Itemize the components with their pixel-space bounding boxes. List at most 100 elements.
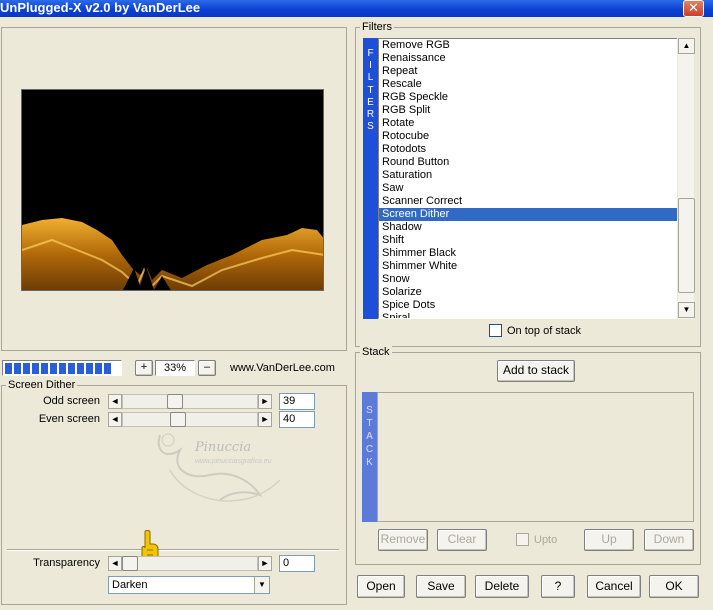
filter-list-item[interactable]: Shimmer White: [379, 260, 677, 273]
dropdown-arrow-icon[interactable]: ▼: [254, 577, 269, 593]
ok-button[interactable]: OK: [649, 575, 699, 598]
filters-side-label: FILTERS: [363, 38, 378, 319]
preview-render: [22, 90, 323, 290]
scroll-thumb[interactable]: [678, 198, 695, 293]
filter-list-item[interactable]: Renaissance: [379, 52, 677, 65]
progress-segment: [5, 363, 12, 374]
remove-button[interactable]: Remove: [378, 529, 428, 551]
stack-side-letter: A: [366, 431, 373, 442]
odd-screen-decrease[interactable]: ◄: [108, 394, 122, 409]
website-link[interactable]: www.VanDerLee.com: [230, 362, 335, 374]
transparency-slider[interactable]: [122, 556, 258, 571]
divider: [7, 549, 339, 551]
right-arrow-icon: ►: [260, 396, 270, 406]
odd-screen-label: Odd screen: [43, 395, 100, 407]
filter-scrollbar[interactable]: ▲ ▼: [677, 38, 695, 319]
save-button[interactable]: Save: [416, 575, 466, 598]
transparency-decrease[interactable]: ◄: [108, 556, 122, 571]
even-screen-decrease[interactable]: ◄: [108, 412, 122, 427]
stack-list[interactable]: [377, 392, 694, 522]
close-button[interactable]: ✕: [683, 0, 704, 17]
progress-bar: [2, 360, 122, 376]
filter-list-item[interactable]: Solarize: [379, 286, 677, 299]
close-icon: ✕: [688, 0, 699, 15]
filter-list-item[interactable]: Saw: [379, 182, 677, 195]
help-button[interactable]: ?: [541, 575, 575, 598]
filter-list-item[interactable]: Scanner Correct: [379, 195, 677, 208]
transparency-increase[interactable]: ►: [258, 556, 272, 571]
filter-list-item[interactable]: Repeat: [379, 65, 677, 78]
progress-segment: [95, 363, 102, 374]
filter-list-item[interactable]: RGB Speckle: [379, 91, 677, 104]
filter-list-item[interactable]: Spiral: [379, 312, 677, 318]
add-to-stack-button[interactable]: Add to stack: [497, 360, 575, 382]
zoom-in-button[interactable]: +: [135, 360, 153, 376]
open-button[interactable]: Open: [357, 575, 405, 598]
stack-side-label: STACK: [362, 392, 377, 522]
scroll-up-button[interactable]: ▲: [678, 38, 695, 54]
odd-screen-value[interactable]: 39: [279, 393, 315, 410]
progress-segment: [59, 363, 66, 374]
filter-list-item[interactable]: Rotodots: [379, 143, 677, 156]
filter-list-item[interactable]: Spice Dots: [379, 299, 677, 312]
zoom-level: 33%: [155, 360, 195, 376]
upto-checkbox[interactable]: [516, 533, 529, 546]
on-top-label[interactable]: On top of stack: [507, 325, 581, 337]
down-button[interactable]: Down: [644, 529, 694, 551]
progress-segment: [104, 363, 111, 374]
progress-segment: [41, 363, 48, 374]
filters-side-letter: R: [366, 109, 375, 121]
left-arrow-icon: ◄: [110, 558, 120, 568]
clear-button[interactable]: Clear: [437, 529, 487, 551]
stack-side-letter: S: [366, 405, 373, 416]
left-arrow-icon: ◄: [110, 396, 120, 406]
filter-list-item[interactable]: Round Button: [379, 156, 677, 169]
progress-segment: [23, 363, 30, 374]
filter-list-item[interactable]: Shimmer Black: [379, 247, 677, 260]
stack-side-letter: C: [365, 444, 374, 455]
odd-screen-increase[interactable]: ►: [258, 394, 272, 409]
filter-list-item[interactable]: Rotate: [379, 117, 677, 130]
filters-group-title: Filters: [360, 21, 394, 33]
watermark-logo: [157, 433, 281, 502]
watermark-name: Pinuccia: [195, 440, 252, 455]
stack-group-title: Stack: [360, 346, 392, 358]
progress-segment: [77, 363, 84, 374]
filters-side-letter: I: [369, 60, 372, 72]
filter-list-item[interactable]: Remove RGB: [379, 39, 677, 52]
transparency-thumb[interactable]: [122, 556, 138, 571]
filters-side-letter: L: [367, 72, 374, 84]
filter-list-item[interactable]: Screen Dither: [379, 208, 677, 221]
filter-list-item[interactable]: Shift: [379, 234, 677, 247]
filter-list-item[interactable]: Shadow: [379, 221, 677, 234]
cancel-button[interactable]: Cancel: [587, 575, 641, 598]
watermark-url: www.pinucciasgrafica.eu: [195, 458, 272, 465]
upto-label[interactable]: Upto: [534, 534, 557, 546]
zoom-out-button[interactable]: –: [198, 360, 216, 376]
blend-mode-select[interactable]: Darken ▼: [108, 576, 270, 594]
scroll-down-button[interactable]: ▼: [678, 302, 695, 318]
right-arrow-icon: ►: [260, 558, 270, 568]
filters-side-letter: S: [367, 121, 374, 133]
filter-list[interactable]: Remove RGB Renaissance Repeat Rescale RGB Sp…: [378, 38, 678, 319]
filter-list-item[interactable]: Rescale: [379, 78, 677, 91]
up-button[interactable]: Up: [584, 529, 634, 551]
odd-screen-slider[interactable]: [122, 394, 258, 409]
delete-button[interactable]: Delete: [475, 575, 529, 598]
chevron-up-icon: ▲: [682, 41, 691, 50]
window-title: UnPlugged-X v2.0 by VanDerLee: [0, 0, 201, 15]
preview-image[interactable]: [21, 89, 324, 291]
even-screen-label: Even screen: [38, 413, 100, 425]
filter-list-item[interactable]: RGB Split: [379, 104, 677, 117]
transparency-value[interactable]: 0: [279, 555, 315, 572]
stack-side-letter: T: [366, 418, 373, 429]
progress-segment: [50, 363, 57, 374]
on-top-checkbox[interactable]: [489, 324, 502, 337]
filter-list-item[interactable]: Snow: [379, 273, 677, 286]
filters-side-letter: F: [367, 48, 374, 59]
progress-segment: [86, 363, 93, 374]
odd-screen-thumb[interactable]: [167, 394, 183, 409]
filter-list-item[interactable]: Rotocube: [379, 130, 677, 143]
transparency-label: Transparency: [33, 557, 100, 569]
filter-list-item[interactable]: Saturation: [379, 169, 677, 182]
